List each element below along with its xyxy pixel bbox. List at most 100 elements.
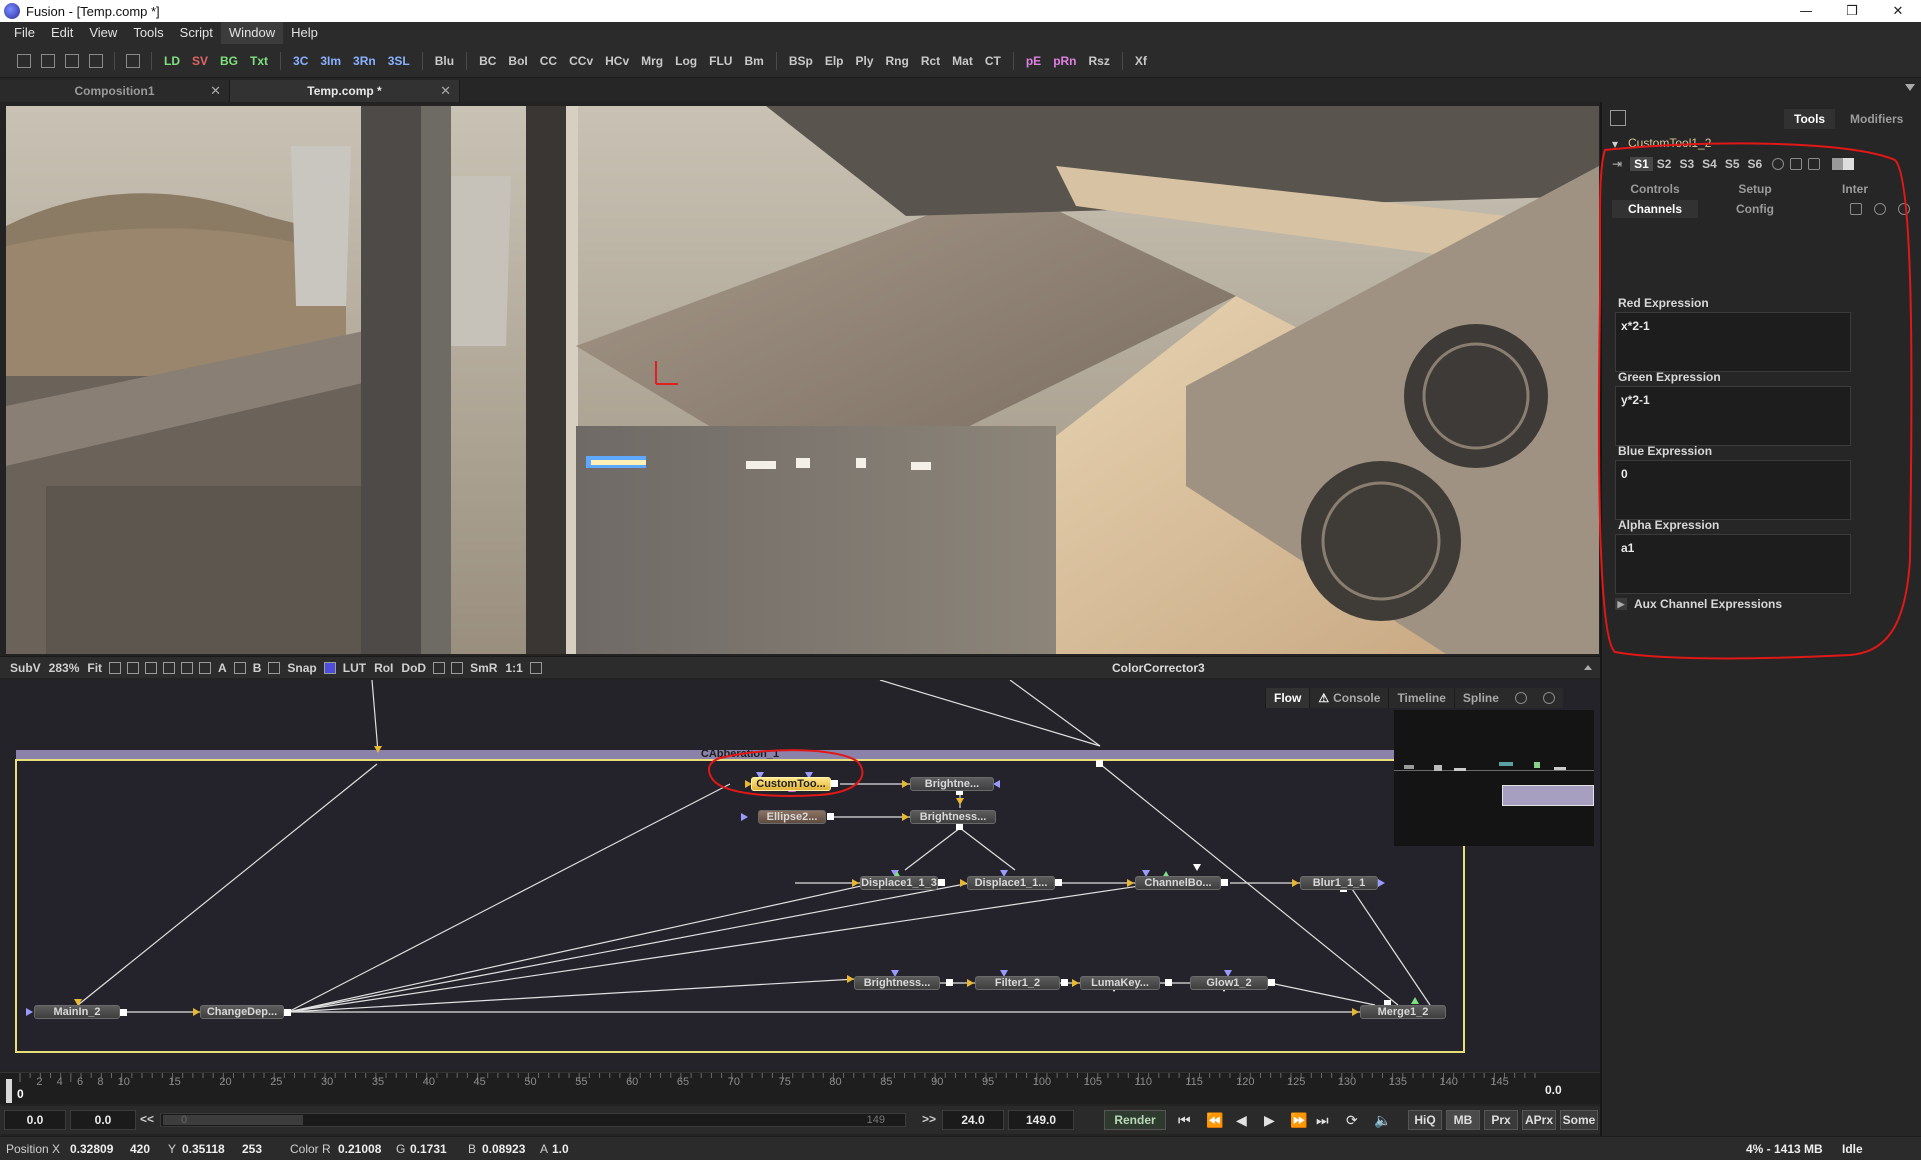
- loop-icon[interactable]: ⟳: [1346, 1112, 1358, 1129]
- slot-s3[interactable]: S3: [1675, 157, 1698, 171]
- alpha-expression-input[interactable]: a1: [1615, 534, 1851, 594]
- image-viewer[interactable]: [6, 106, 1599, 654]
- blue-expression-input[interactable]: 0: [1615, 460, 1851, 520]
- tool-button-pe[interactable]: pE: [1020, 54, 1047, 68]
- menu-file[interactable]: File: [6, 22, 43, 44]
- tool-button-3sl[interactable]: 3SL: [382, 54, 416, 68]
- tab-menu-chevron-icon[interactable]: [1905, 84, 1915, 91]
- node-brightness-a[interactable]: Brightne...: [910, 777, 994, 791]
- gear-icon[interactable]: [1874, 203, 1886, 215]
- tab-console[interactable]: ⚠ Console: [1309, 688, 1388, 708]
- node-glow[interactable]: Glow1_2: [1190, 976, 1268, 990]
- render-start-field[interactable]: 0.0: [70, 1110, 136, 1130]
- tool-button-elp[interactable]: Elp: [819, 54, 850, 68]
- zoom-level[interactable]: 283%: [45, 661, 84, 675]
- tab-spline[interactable]: Spline: [1453, 688, 1507, 708]
- camera-icon[interactable]: [1850, 203, 1862, 215]
- node-brightness-b[interactable]: Brightness...: [910, 810, 996, 824]
- slot-s1[interactable]: S1: [1630, 157, 1653, 171]
- layout-horizontal-icon[interactable]: [65, 53, 79, 68]
- hiq-toggle[interactable]: HiQ: [1408, 1110, 1442, 1130]
- tool-button-bm[interactable]: Bm: [738, 54, 769, 68]
- menu-script[interactable]: Script: [172, 22, 221, 44]
- tool-button-rng[interactable]: Rng: [880, 54, 915, 68]
- step-forward-icon[interactable]: ⏩: [1290, 1112, 1307, 1129]
- lut-button[interactable]: LUT: [339, 661, 370, 675]
- tab-temp-comp[interactable]: Temp.comp * ✕: [230, 80, 460, 102]
- tool-button-ld[interactable]: LD: [158, 54, 186, 68]
- node-customtool[interactable]: CustomToo...: [751, 777, 831, 791]
- tab-flow[interactable]: Flow: [1265, 688, 1310, 708]
- subtab-inter[interactable]: Inter: [1812, 180, 1898, 198]
- rectangle-tool-icon[interactable]: [181, 661, 194, 674]
- buffer-a-button[interactable]: A: [214, 661, 231, 675]
- node-brightness-c[interactable]: Brightness...: [854, 976, 940, 990]
- bspline-tool-icon[interactable]: [127, 661, 140, 674]
- minimize-button[interactable]: —: [1783, 0, 1829, 22]
- rewind-range-button[interactable]: <<: [140, 1112, 154, 1126]
- tool-button-log[interactable]: Log: [669, 54, 703, 68]
- smr-button[interactable]: SmR: [466, 661, 501, 675]
- node-filter[interactable]: Filter1_2: [975, 976, 1060, 990]
- node-lumakey[interactable]: LumaKey...: [1080, 976, 1160, 990]
- color-swatch-icon[interactable]: [1832, 158, 1855, 170]
- render-end-field[interactable]: 149.0: [1008, 1110, 1074, 1130]
- node-mainin[interactable]: MainIn_2: [34, 1005, 120, 1019]
- layout-single-icon[interactable]: [17, 53, 31, 68]
- tool-button-sv[interactable]: SV: [186, 54, 214, 68]
- red-expression-input[interactable]: x*2-1: [1615, 312, 1851, 372]
- paint-tool-icon[interactable]: [145, 661, 158, 674]
- tool-button-hcv[interactable]: HCv: [599, 54, 635, 68]
- tool-button-rct[interactable]: Rct: [915, 54, 946, 68]
- subview-button[interactable]: SubV: [6, 661, 45, 675]
- layout-dual-icon[interactable]: [41, 53, 55, 68]
- group-title[interactable]: CAbberation_1: [690, 748, 790, 760]
- dod-button[interactable]: DoD: [397, 661, 430, 675]
- subtab-config[interactable]: Config: [1712, 200, 1798, 218]
- node-displace-a[interactable]: Displace1_1_3: [860, 876, 938, 890]
- tab-close-icon[interactable]: ✕: [440, 83, 451, 99]
- histogram-icon[interactable]: [529, 661, 542, 674]
- tab-modifiers[interactable]: Modifiers: [1840, 109, 1913, 129]
- menu-edit[interactable]: Edit: [43, 22, 81, 44]
- forward-range-button[interactable]: >>: [922, 1112, 936, 1126]
- snap-button[interactable]: Snap: [283, 661, 320, 675]
- restore-button[interactable]: ❒: [1829, 0, 1875, 22]
- node-channelbool[interactable]: ChannelBo...: [1135, 876, 1221, 890]
- render-button[interactable]: Render: [1104, 1110, 1166, 1130]
- slot-s6[interactable]: S6: [1744, 157, 1767, 171]
- play-icon[interactable]: ▶: [1264, 1112, 1275, 1129]
- audio-icon[interactable]: 🔈: [1374, 1112, 1391, 1129]
- flow-navigator[interactable]: [1394, 710, 1594, 846]
- aux-channel-expressions-toggle[interactable]: ▶ Aux Channel Expressions: [1615, 595, 1782, 613]
- comment-icon[interactable]: [1542, 692, 1555, 704]
- play-reverse-icon[interactable]: ◀: [1236, 1112, 1247, 1129]
- tab-tools[interactable]: Tools: [1784, 109, 1836, 129]
- info-icon[interactable]: [1898, 203, 1910, 215]
- tool-button-bsp[interactable]: BSp: [783, 54, 819, 68]
- ratio-button[interactable]: 1:1: [501, 661, 526, 675]
- stereo-icon[interactable]: [268, 661, 281, 674]
- node-merge[interactable]: Merge1_2: [1360, 1005, 1446, 1019]
- tool-button-3c[interactable]: 3C: [287, 54, 314, 68]
- tab-close-icon[interactable]: ✕: [210, 83, 221, 99]
- navigator-viewport[interactable]: [1502, 785, 1594, 806]
- menu-view[interactable]: View: [81, 22, 125, 44]
- tool-button-xf[interactable]: Xf: [1129, 54, 1153, 68]
- color-channel-icon[interactable]: [323, 661, 336, 674]
- tab-timeline[interactable]: Timeline: [1388, 688, 1453, 708]
- pick-tool-icon[interactable]: [163, 661, 176, 674]
- lock-icon[interactable]: [1790, 158, 1803, 170]
- tool-button-blu[interactable]: Blu: [429, 54, 460, 68]
- layout-grid-icon[interactable]: [89, 53, 103, 68]
- prx-toggle[interactable]: Prx: [1484, 1110, 1518, 1130]
- tool-button-ply[interactable]: Ply: [849, 54, 879, 68]
- slot-s5[interactable]: S5: [1721, 157, 1744, 171]
- tab-composition1[interactable]: Composition1 ✕: [0, 80, 230, 102]
- tool-header[interactable]: ▾ CustomTool1_2: [1602, 136, 1921, 152]
- node-changedepth[interactable]: ChangeDep...: [200, 1005, 284, 1019]
- slot-s2[interactable]: S2: [1653, 157, 1676, 171]
- toolbar-bin-icon[interactable]: [126, 53, 140, 68]
- tool-button-ct[interactable]: CT: [979, 54, 1007, 68]
- collapse-chevron-icon[interactable]: [1584, 665, 1592, 670]
